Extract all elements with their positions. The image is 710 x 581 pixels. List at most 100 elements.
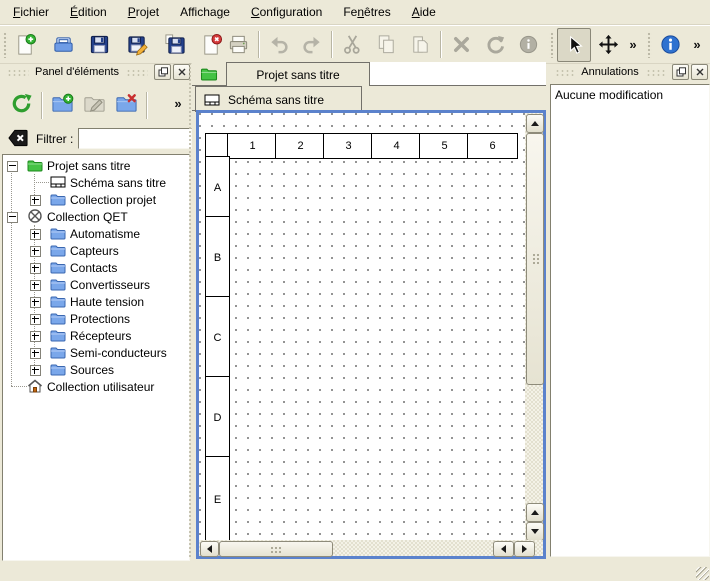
dock-title-texture[interactable]	[125, 68, 148, 77]
schema-icon	[50, 175, 66, 189]
select-mode-button[interactable]	[557, 28, 591, 62]
tree-item-recepteurs[interactable]: Récepteurs	[3, 327, 189, 344]
save-button[interactable]	[84, 29, 114, 59]
vertical-scroll-thumb[interactable]	[526, 133, 544, 385]
expand-toggler[interactable]	[30, 331, 41, 342]
scroll-left-button[interactable]	[493, 541, 514, 557]
expand-toggler[interactable]	[30, 365, 41, 376]
copy-button[interactable]	[371, 29, 401, 59]
column-header: 1	[227, 133, 278, 159]
diagram-canvas[interactable]: 1 2 3 4 5 6 A B C D E	[199, 113, 525, 540]
delete-category-button[interactable]	[111, 88, 141, 118]
print-button[interactable]	[223, 29, 253, 59]
panel-overflow-chevron[interactable]: »	[166, 88, 190, 118]
menu-aide[interactable]: Aide	[404, 1, 444, 23]
tree-item-sources[interactable]: Sources	[3, 361, 189, 378]
horizontal-scroll-thumb[interactable]	[219, 541, 333, 557]
dock-close-button[interactable]	[691, 64, 708, 80]
expand-toggler[interactable]	[30, 195, 41, 206]
expand-toggler[interactable]	[30, 263, 41, 274]
menu-projet[interactable]: Projet	[120, 1, 167, 23]
cut-button[interactable]	[337, 29, 367, 59]
rotate-button[interactable]	[480, 29, 510, 59]
elements-tree[interactable]: Projet sans titre Schéma sans titre Coll…	[2, 154, 190, 561]
undo-button[interactable]	[263, 29, 293, 59]
undo-history-list[interactable]: Aucune modification	[550, 84, 710, 557]
tree-item-convertisseurs[interactable]: Convertisseurs	[3, 276, 189, 293]
dock-title-texture[interactable]	[6, 68, 29, 77]
about-button[interactable]	[655, 29, 685, 59]
menu-configuration[interactable]: Configuration	[243, 1, 330, 23]
menu-fichier[interactable]: Fichier	[5, 1, 57, 23]
tree-item-collection-qet[interactable]: Collection QET	[3, 208, 189, 225]
dock-float-button[interactable]	[154, 64, 171, 80]
toolbar-handle[interactable]	[549, 31, 555, 58]
tree-item-protections[interactable]: Protections	[3, 310, 189, 327]
element-info-button[interactable]	[513, 29, 543, 59]
tree-item-automatisme[interactable]: Automatisme	[3, 225, 189, 242]
redo-button[interactable]	[297, 29, 327, 59]
menu-affichage[interactable]: Affichage	[172, 1, 238, 23]
save-as-button[interactable]	[122, 29, 152, 59]
tab-schema-sans-titre[interactable]: Schéma sans titre	[195, 86, 362, 112]
close-file-button[interactable]	[196, 29, 226, 59]
edit-category-button[interactable]	[79, 88, 109, 118]
dock-title-texture[interactable]	[554, 68, 575, 77]
tree-item-project[interactable]: Projet sans titre	[3, 157, 189, 174]
toolbar-handle[interactable]	[646, 31, 652, 58]
tree-item-collection-utilisateur[interactable]: Collection utilisateur	[3, 378, 189, 395]
collapse-toggler[interactable]	[7, 212, 18, 223]
tree-item-semi-conducteurs[interactable]: Semi-conducteurs	[3, 344, 189, 361]
tree-item-haute-tension[interactable]: Haute tension	[3, 293, 189, 310]
tree-item-contacts[interactable]: Contacts	[3, 259, 189, 276]
splitter-handle[interactable]	[188, 62, 192, 559]
tab-projet-sans-titre[interactable]: Projet sans titre	[226, 62, 370, 87]
expand-toggler[interactable]	[30, 348, 41, 359]
toolbar-separator	[258, 31, 259, 58]
cut-icon	[341, 33, 364, 56]
move-mode-button[interactable]	[593, 29, 623, 59]
folder-icon	[50, 277, 66, 291]
open-button[interactable]	[48, 29, 78, 59]
tree-item-collection-projet[interactable]: Collection projet	[3, 191, 189, 208]
collapse-toggler[interactable]	[7, 161, 18, 172]
dock-title-texture[interactable]	[645, 68, 666, 77]
expand-toggler[interactable]	[30, 314, 41, 325]
delete-button[interactable]	[446, 29, 476, 59]
arrow-down-icon	[531, 529, 539, 534]
horizontal-scrollbar[interactable]	[199, 540, 543, 556]
tree-item-capteurs[interactable]: Capteurs	[3, 242, 189, 259]
toolbar-handle[interactable]	[2, 31, 8, 58]
folder-icon	[50, 192, 66, 206]
toolbar-overflow-chevron[interactable]: »	[624, 29, 642, 59]
tree-item-schema[interactable]: Schéma sans titre	[3, 174, 189, 191]
reload-collections-button[interactable]	[6, 88, 36, 118]
vertical-scrollbar[interactable]	[525, 113, 543, 540]
expand-toggler[interactable]	[30, 246, 41, 257]
menu-edition[interactable]: Édition	[62, 1, 115, 23]
scroll-left-button[interactable]	[200, 541, 219, 557]
project-tab-label: Projet sans titre	[256, 68, 339, 82]
delete-icon	[450, 33, 473, 56]
filter-row: Filtrer :	[0, 126, 192, 154]
scroll-right-button[interactable]	[514, 541, 535, 557]
dock-float-button[interactable]	[672, 64, 689, 80]
edit-folder-icon	[83, 92, 106, 115]
expand-toggler[interactable]	[30, 229, 41, 240]
scroll-up-button[interactable]	[526, 114, 544, 133]
toolbar-overflow-chevron[interactable]: »	[688, 29, 706, 59]
resize-grip[interactable]	[696, 567, 709, 580]
filter-input[interactable]	[78, 128, 192, 149]
select-cursor-icon	[563, 34, 586, 57]
clear-filter-button[interactable]	[7, 128, 29, 151]
scroll-up-button[interactable]	[526, 503, 544, 522]
expand-toggler[interactable]	[30, 280, 41, 291]
paste-button[interactable]	[405, 29, 435, 59]
expand-toggler[interactable]	[30, 297, 41, 308]
menu-fenetres[interactable]: Fenêtres	[335, 1, 398, 23]
scroll-down-button[interactable]	[526, 522, 544, 541]
new-document-button[interactable]	[10, 29, 40, 59]
save-all-button[interactable]	[160, 29, 190, 59]
undo-list-item[interactable]: Aucune modification	[551, 85, 709, 105]
new-category-button[interactable]	[47, 88, 77, 118]
